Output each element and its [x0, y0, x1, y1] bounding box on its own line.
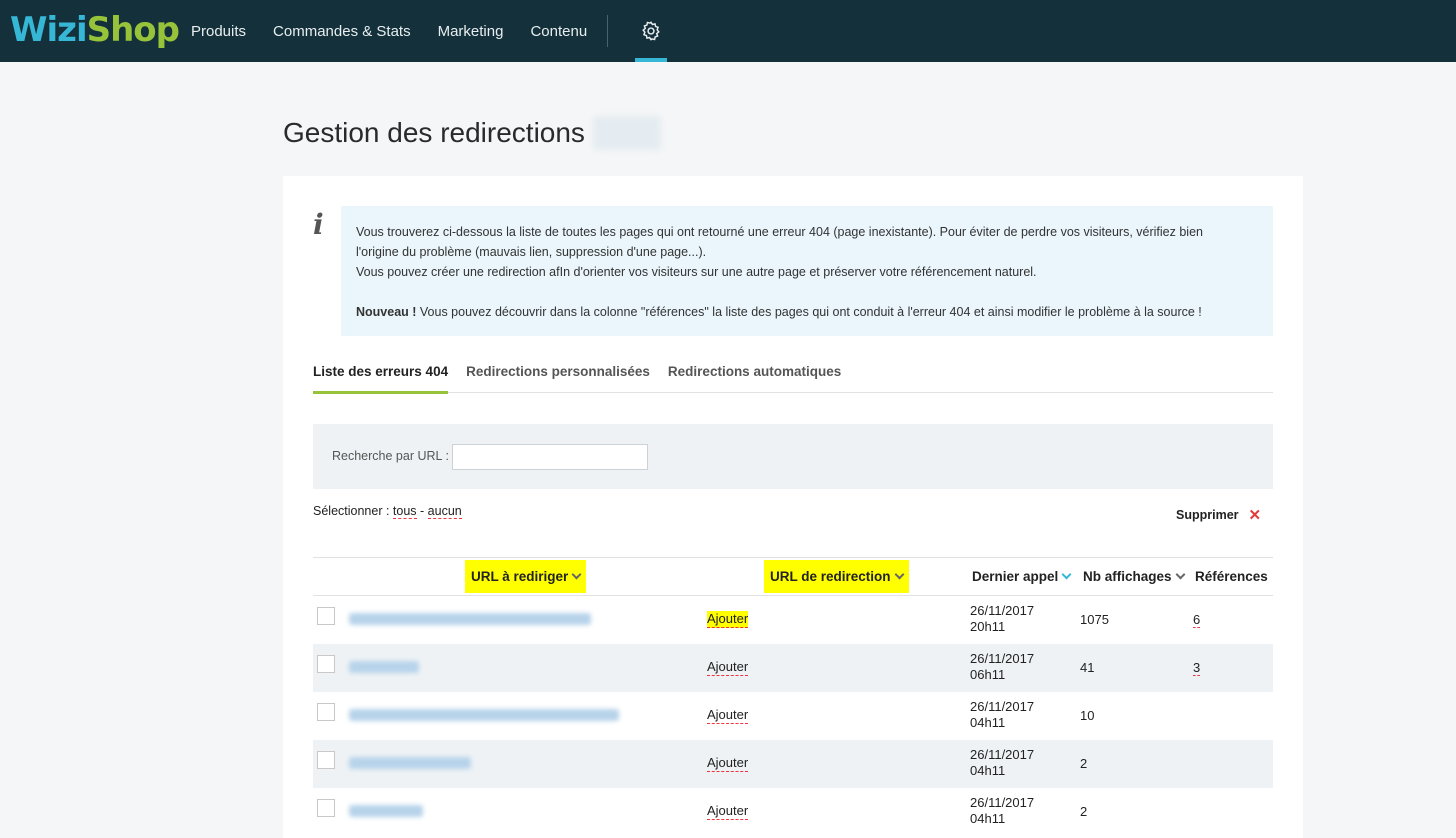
add-redirect-link[interactable]: Ajouter	[707, 707, 749, 724]
select-all-link[interactable]: tous	[392, 504, 417, 519]
delete-label: Supprimer	[1176, 508, 1239, 522]
header-url-label: URL à rediriger	[471, 569, 569, 584]
chevron-down-icon	[1175, 569, 1185, 580]
tab-erreurs-404[interactable]: Liste des erreurs 404	[313, 362, 449, 394]
info-new-text: Vous pouvez découvrir dans la colonne "r…	[416, 305, 1202, 319]
last-call-date: 26/11/2017 04h11	[970, 795, 1035, 826]
header-views[interactable]: Nb affichages	[1083, 558, 1185, 595]
table-header: URL à rediriger URL de redirection Derni…	[313, 557, 1273, 596]
logo-part-wizi: Wizi	[10, 10, 88, 50]
search-url-input[interactable]	[452, 444, 648, 470]
tabs-bar: Liste des erreurs 404 Redirections perso…	[313, 362, 1273, 394]
header-references: Références	[1195, 558, 1268, 595]
tab-redirections-personnalisees[interactable]: Redirections personnalisées	[466, 362, 650, 393]
last-call-date: 26/11/2017 04h11	[970, 747, 1035, 778]
header-last-call[interactable]: Dernier appel	[972, 558, 1072, 595]
nav-item-commandes-stats[interactable]: Commandes & Stats	[273, 23, 411, 40]
url-link-blurred[interactable]	[349, 805, 423, 817]
row-checkbox[interactable]	[317, 655, 335, 673]
references-link[interactable]: 3	[1193, 660, 1201, 676]
last-call-date: 26/11/2017 20h11	[970, 603, 1035, 634]
info-line-4: Nouveau ! Vous pouvez découvrir dans la …	[356, 302, 1258, 322]
views-count: 2	[1080, 804, 1088, 819]
table-row: Ajouter 26/11/2017 04h11 2	[313, 788, 1273, 836]
add-redirect-link[interactable]: Ajouter	[707, 755, 749, 772]
chevron-down-icon	[1061, 569, 1072, 580]
settings-gear-icon[interactable]	[635, 0, 667, 62]
views-count: 41	[1080, 660, 1095, 675]
page-title-text: Gestion des redirections	[283, 117, 585, 148]
table-row: Ajouter 26/11/2017 04h11 2	[313, 740, 1273, 788]
views-count: 2	[1080, 756, 1088, 771]
chevron-down-icon	[571, 569, 582, 580]
select-separator: -	[416, 504, 428, 518]
main-nav: Produits Commandes & Stats Marketing Con…	[191, 0, 614, 62]
add-redirect-link[interactable]: Ajouter	[707, 659, 749, 676]
nav-item-marketing[interactable]: Marketing	[438, 23, 504, 40]
search-panel: Recherche par URL :	[313, 424, 1273, 489]
info-line-2: l'origine du problème (mauvais lien, sup…	[356, 245, 707, 259]
errors-table: URL à rediriger URL de redirection Derni…	[313, 557, 1273, 836]
delete-button[interactable]: Supprimer ✕	[1176, 506, 1261, 524]
redirect-count-badge-blurred	[592, 116, 661, 150]
logo-part-shop: Shop	[86, 10, 180, 50]
add-redirect-link[interactable]: Ajouter	[707, 803, 749, 820]
header-last-call-label: Dernier appel	[972, 569, 1059, 584]
chevron-down-icon	[894, 569, 904, 580]
views-count: 1075	[1080, 612, 1109, 627]
header-views-label: Nb affichages	[1083, 569, 1172, 584]
row-checkbox[interactable]	[317, 703, 335, 721]
nav-divider	[607, 15, 608, 47]
top-navbar: Wizi Shop Produits Commandes & Stats Mark…	[0, 0, 1456, 62]
header-url-to-redirect[interactable]: URL à rediriger	[465, 560, 587, 593]
search-label: Recherche par URL :	[332, 449, 449, 463]
header-refs-label: Références	[1195, 569, 1268, 584]
select-label: Sélectionner :	[313, 504, 393, 518]
last-call-date: 26/11/2017 06h11	[970, 651, 1035, 682]
select-controls: Sélectionner : tous - aucun	[313, 504, 462, 519]
row-checkbox[interactable]	[317, 799, 335, 817]
url-link-blurred[interactable]	[349, 709, 619, 721]
url-link-blurred[interactable]	[349, 757, 471, 769]
info-box: Vous trouverez ci-dessous la liste de to…	[341, 206, 1273, 336]
row-checkbox[interactable]	[317, 607, 335, 625]
url-link-blurred[interactable]	[349, 613, 591, 625]
wizishop-logo[interactable]: Wizi Shop	[10, 6, 180, 54]
last-call-date: 26/11/2017 04h11	[970, 699, 1035, 730]
info-icon: i	[313, 208, 324, 241]
active-nav-indicator	[635, 58, 667, 62]
table-row: Ajouter 26/11/2017 04h11 10	[313, 692, 1273, 740]
table-row: Ajouter 26/11/2017 20h11 1075 6	[313, 596, 1273, 644]
nav-item-produits[interactable]: Produits	[191, 23, 246, 40]
views-count: 10	[1080, 708, 1095, 723]
row-checkbox[interactable]	[317, 751, 335, 769]
info-line-3: Vous pouvez créer une redirection afIn d…	[356, 265, 1037, 279]
header-redirect-url[interactable]: URL de redirection	[764, 560, 909, 593]
tab-redirections-automatiques[interactable]: Redirections automatiques	[668, 362, 841, 393]
url-link-blurred[interactable]	[349, 661, 419, 673]
references-link[interactable]: 6	[1193, 612, 1201, 628]
header-redirect-label: URL de redirection	[770, 569, 891, 584]
nav-item-contenu[interactable]: Contenu	[530, 23, 587, 40]
page-title: Gestion des redirections	[283, 116, 661, 150]
close-x-icon: ✕	[1248, 507, 1262, 524]
info-new-label: Nouveau !	[356, 305, 417, 319]
table-row: Ajouter 26/11/2017 06h11 41 3	[313, 644, 1273, 692]
info-line-1: Vous trouverez ci-dessous la liste de to…	[356, 225, 1203, 239]
select-none-link[interactable]: aucun	[427, 504, 462, 519]
add-redirect-link[interactable]: Ajouter	[707, 611, 749, 628]
